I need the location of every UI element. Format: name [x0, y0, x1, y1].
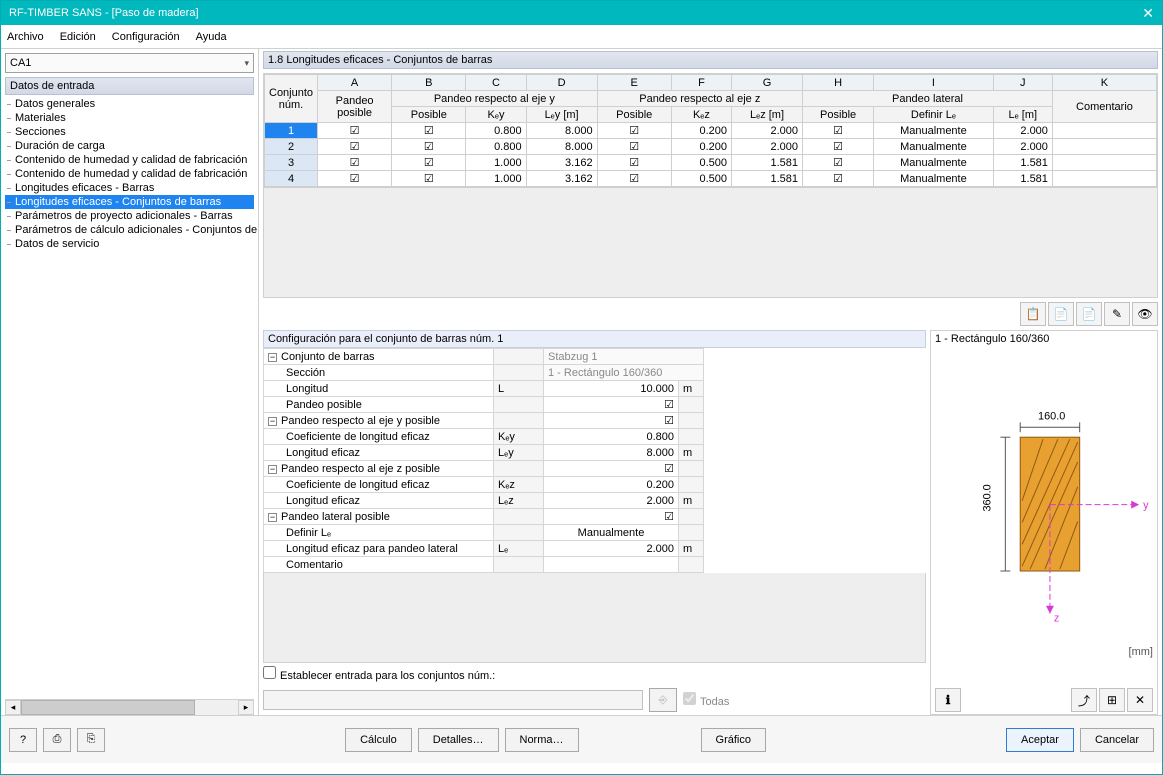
- menu-ayuda[interactable]: Ayuda: [196, 31, 227, 43]
- menubar: Archivo Edición Configuración Ayuda: [1, 25, 1162, 49]
- aceptar-button[interactable]: Aceptar: [1006, 728, 1074, 752]
- preview-btn-1[interactable]: ⤴: [1071, 688, 1097, 712]
- calculo-button[interactable]: Cálculo: [345, 728, 412, 752]
- preview-btn-3[interactable]: ✕: [1127, 688, 1153, 712]
- pick-button: ⎆: [649, 688, 677, 712]
- preview-header: 1 - Rectángulo 160/360: [931, 331, 1157, 347]
- toolbar-btn-0[interactable]: 📋: [1020, 302, 1046, 326]
- toolbar-btn-1[interactable]: 📄: [1048, 302, 1074, 326]
- grid-toolbar: 📋📄📄✎👁: [263, 302, 1158, 326]
- axis-z-label: z: [1054, 613, 1059, 625]
- tree-item[interactable]: Contenido de humedad y calidad de fabric…: [5, 153, 254, 167]
- tree-item[interactable]: Parámetros de proyecto adicionales - Bar…: [5, 209, 254, 223]
- tree-item[interactable]: Secciones: [5, 125, 254, 139]
- tree-item[interactable]: Datos de servicio: [5, 237, 254, 251]
- establecer-check[interactable]: Establecer entrada para los conjuntos nú…: [263, 666, 495, 682]
- close-icon[interactable]: ✕: [1142, 1, 1154, 25]
- menu-archivo[interactable]: Archivo: [7, 31, 44, 43]
- footer-btn-2[interactable]: ⎘: [77, 728, 105, 752]
- titlebar: RF-TIMBER SANS - [Paso de madera] ✕: [1, 1, 1162, 25]
- preview-btn-2[interactable]: ⊞: [1099, 688, 1125, 712]
- chevron-down-icon: ▾: [244, 58, 249, 69]
- main-grid[interactable]: Conjuntonúm.ABCDEFGHIJKPandeoposiblePand…: [263, 73, 1158, 298]
- right-panel-header: 1.8 Longitudes eficaces - Conjuntos de b…: [263, 51, 1158, 69]
- unit-label: [mm]: [1129, 646, 1153, 658]
- props-table[interactable]: −Conjunto de barrasStabzug 1Sección1 - R…: [263, 348, 926, 573]
- window-title: RF-TIMBER SANS - [Paso de madera]: [9, 1, 199, 25]
- menu-edicion[interactable]: Edición: [60, 31, 96, 43]
- section-preview: 1 - Rectángulo 160/360 y: [930, 330, 1158, 715]
- footer-btn-1[interactable]: ⎙: [43, 728, 71, 752]
- dim-width: 160.0: [1038, 410, 1065, 422]
- toolbar-btn-3[interactable]: ✎: [1104, 302, 1130, 326]
- detalles-button[interactable]: Detalles…: [418, 728, 499, 752]
- scroll-thumb[interactable]: [21, 700, 195, 715]
- help-button[interactable]: ?: [9, 728, 37, 752]
- footer: ? ⎙ ⎘ Cálculo Detalles… Norma… Gráfico A…: [1, 715, 1162, 763]
- toolbar-btn-4[interactable]: 👁: [1132, 302, 1158, 326]
- props-header: Configuración para el conjunto de barras…: [263, 330, 926, 348]
- left-panel-header: Datos de entrada: [5, 77, 254, 95]
- tree-item[interactable]: Duración de carga: [5, 139, 254, 153]
- table-row[interactable]: 2☑☑0.8008.000☑0.2002.000☑Manualmente2.00…: [265, 139, 1157, 155]
- table-row[interactable]: 4☑☑1.0003.162☑0.5001.581☑Manualmente1.58…: [265, 171, 1157, 187]
- scroll-left-icon[interactable]: ◂: [5, 700, 21, 715]
- case-combo[interactable]: CA1 ▾: [5, 53, 254, 73]
- info-button[interactable]: ℹ: [935, 688, 961, 712]
- tree-item[interactable]: Parámetros de cálculo adicionales - Conj…: [5, 223, 254, 237]
- todas-check: [683, 692, 696, 705]
- case-combo-value: CA1: [10, 57, 31, 69]
- axis-y-label: y: [1143, 500, 1149, 512]
- nav-tree: Datos generalesMaterialesSeccionesDuraci…: [1, 97, 258, 699]
- table-row[interactable]: 3☑☑1.0003.162☑0.5001.581☑Manualmente1.58…: [265, 155, 1157, 171]
- establecer-input: [263, 690, 643, 710]
- grafico-button[interactable]: Gráfico: [701, 728, 766, 752]
- tree-item[interactable]: Materiales: [5, 111, 254, 125]
- scroll-right-icon[interactable]: ▸: [238, 700, 254, 715]
- toolbar-btn-2[interactable]: 📄: [1076, 302, 1102, 326]
- left-scrollbar[interactable]: ◂ ▸: [5, 699, 254, 715]
- dim-height: 360.0: [981, 484, 993, 511]
- norma-button[interactable]: Norma…: [505, 728, 579, 752]
- tree-item[interactable]: Datos generales: [5, 97, 254, 111]
- cancelar-button[interactable]: Cancelar: [1080, 728, 1154, 752]
- menu-configuracion[interactable]: Configuración: [112, 31, 180, 43]
- tree-item[interactable]: Contenido de humedad y calidad de fabric…: [5, 167, 254, 181]
- tree-item[interactable]: Longitudes eficaces - Conjuntos de barra…: [5, 195, 254, 209]
- table-row[interactable]: 1☑☑0.8008.000☑0.2002.000☑Manualmente2.00…: [265, 123, 1157, 139]
- tree-item[interactable]: Longitudes eficaces - Barras: [5, 181, 254, 195]
